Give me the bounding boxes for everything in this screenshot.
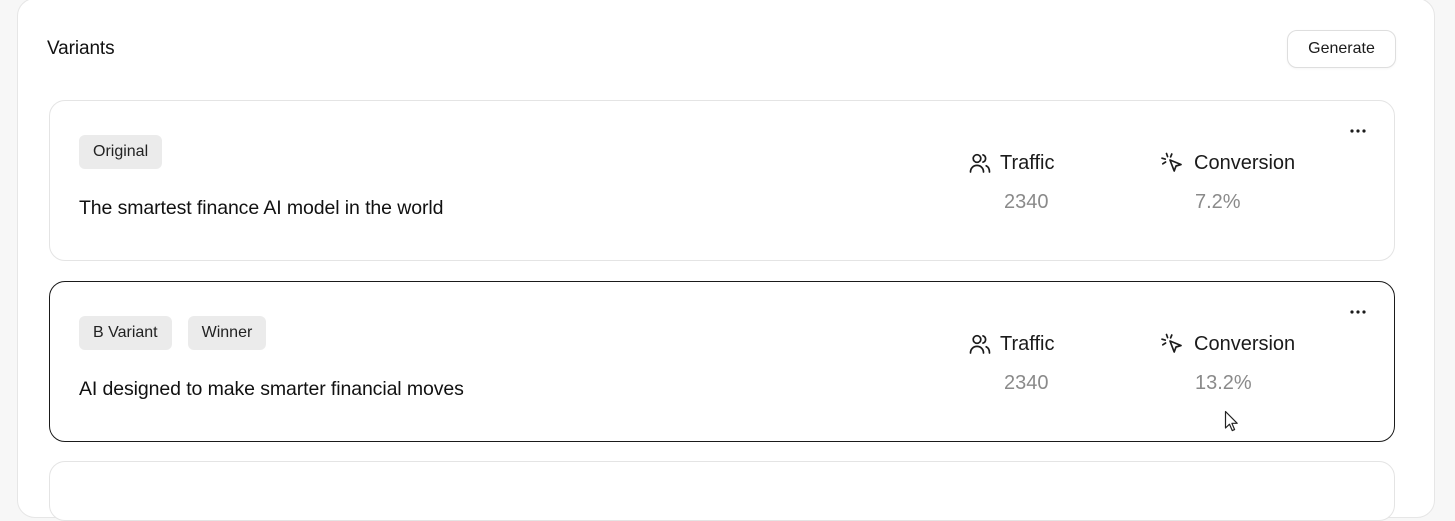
variant-card-b[interactable]: B Variant Winner AI designed to make sma… [49, 281, 1395, 442]
conversion-stat: Conversion 13.2% [1160, 332, 1295, 395]
more-horizontal-icon [1350, 129, 1366, 133]
variant-card-next[interactable] [49, 461, 1395, 521]
panel-title: Variants [47, 38, 115, 59]
click-cursor-icon [1160, 332, 1186, 356]
users-icon [968, 332, 992, 356]
traffic-stat: Traffic 2340 [968, 151, 1054, 214]
badge-group: Original [79, 135, 163, 169]
traffic-stat: Traffic 2340 [968, 332, 1054, 395]
traffic-value: 2340 [1004, 372, 1049, 394]
more-options-button[interactable] [1346, 304, 1370, 320]
badge-b-variant: B Variant [79, 316, 172, 350]
traffic-label: Traffic [1000, 332, 1055, 355]
conversion-value: 13.2% [1195, 372, 1252, 394]
badge-group: B Variant Winner [79, 316, 267, 350]
more-horizontal-icon [1350, 310, 1366, 314]
variant-headline: The smartest finance AI model in the wor… [79, 197, 444, 219]
conversion-label: Conversion [1194, 332, 1296, 355]
variant-card-original[interactable]: Original The smartest finance AI model i… [49, 100, 1395, 261]
variant-headline: AI designed to make smarter financial mo… [79, 378, 464, 400]
variants-panel: Variants Generate Original The smartest … [17, 0, 1435, 521]
more-options-button[interactable] [1346, 123, 1370, 139]
generate-button[interactable]: Generate [1287, 30, 1396, 68]
conversion-label: Conversion [1194, 151, 1296, 174]
badge-original: Original [79, 135, 163, 169]
click-cursor-icon [1160, 151, 1186, 175]
mouse-pointer-icon [1224, 410, 1240, 439]
users-icon [968, 151, 992, 175]
badge-winner: Winner [187, 316, 267, 350]
conversion-value: 7.2% [1195, 191, 1241, 213]
conversion-stat: Conversion 7.2% [1160, 151, 1295, 214]
traffic-value: 2340 [1004, 191, 1049, 213]
traffic-label: Traffic [1000, 151, 1055, 174]
